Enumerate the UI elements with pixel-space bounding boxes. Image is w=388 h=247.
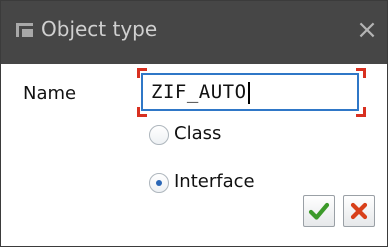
- radio-button-interface[interactable]: [149, 173, 169, 193]
- cross-icon: [350, 202, 368, 220]
- ok-button[interactable]: [303, 195, 335, 227]
- name-label: Name: [23, 83, 77, 104]
- object-type-dialog: Object type × Name ZIF_AUTO Class Interf…: [0, 0, 388, 247]
- dialog-icon: [15, 20, 35, 40]
- radio-label-interface: Interface: [174, 171, 255, 192]
- dialog-title: Object type: [41, 17, 158, 41]
- checkmark-icon: [308, 202, 330, 220]
- cancel-button[interactable]: [343, 195, 375, 227]
- radio-label-class: Class: [174, 123, 222, 144]
- radio-selected-dot: [156, 180, 162, 186]
- close-icon[interactable]: ×: [352, 16, 382, 46]
- title-bar[interactable]: Object type ×: [1, 1, 387, 64]
- name-input[interactable]: ZIF_AUTO: [141, 73, 359, 111]
- radio-button-class[interactable]: [149, 125, 169, 145]
- text-caret: [247, 81, 250, 104]
- name-input-value: ZIF_AUTO: [151, 81, 247, 103]
